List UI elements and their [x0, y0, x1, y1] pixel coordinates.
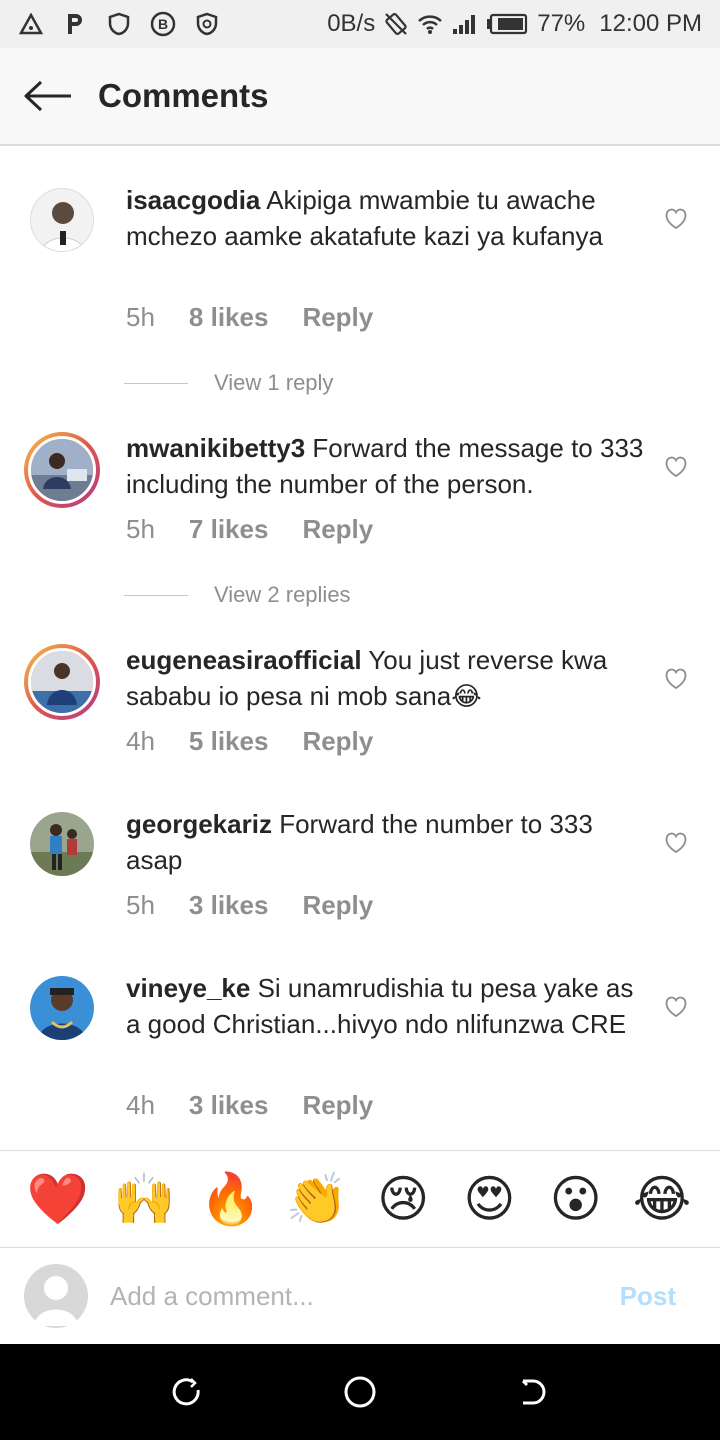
comment-username[interactable]: isaacgodia	[126, 185, 260, 215]
reply-button[interactable]: Reply	[302, 514, 373, 545]
like-heart-icon[interactable]	[664, 668, 688, 690]
like-heart-icon[interactable]	[664, 996, 688, 1018]
comment-likes[interactable]: 3 likes	[189, 1090, 269, 1121]
back-button[interactable]	[0, 47, 96, 145]
avatar[interactable]	[24, 432, 100, 508]
avatar[interactable]	[30, 188, 94, 252]
comment-meta: 4h 5 likes Reply	[126, 726, 407, 757]
comment-meta: 5h 7 likes Reply	[126, 514, 407, 545]
page-title: Comments	[98, 77, 269, 114]
warning-triangle-icon	[18, 11, 44, 37]
emoji-tears-of-joy[interactable]: 😂	[632, 1169, 692, 1229]
emoji-raising-hands[interactable]: 🙌	[113, 1169, 175, 1229]
comment-time: 4h	[126, 726, 155, 756]
emoji-reaction-bar: ❤️ 🙌 🔥 👏 😢 😍 😮 😂	[0, 1150, 720, 1248]
comment-meta: 5h 3 likes Reply	[126, 890, 407, 921]
clock: 12:00 PM	[599, 10, 702, 37]
svg-text:B: B	[158, 16, 168, 32]
recents-icon	[172, 1378, 200, 1406]
comment-item: eugeneasiraofficial You just reverse kwa…	[0, 626, 720, 776]
avatar	[24, 1264, 88, 1328]
comment-composer: Post	[0, 1248, 720, 1344]
status-system-icons: 0B/s 77% 12:00 PM	[327, 10, 702, 38]
avatar[interactable]	[30, 976, 94, 1040]
comment-time: 5h	[126, 302, 155, 332]
comment-likes[interactable]: 7 likes	[189, 514, 269, 545]
post-button[interactable]: Post	[620, 1281, 676, 1312]
reply-button[interactable]: Reply	[302, 890, 373, 921]
comment-username[interactable]: mwanikibetty3	[126, 433, 305, 463]
comment-likes[interactable]: 8 likes	[189, 302, 269, 333]
comment-item: isaacgodia Akipiga mwambie tu awache mch…	[0, 146, 720, 406]
divider-line	[124, 594, 188, 596]
comment-meta: 4h 3 likes Reply	[126, 1090, 407, 1121]
bitcoin-icon: B	[150, 11, 176, 37]
comment-likes[interactable]: 3 likes	[189, 890, 269, 921]
emoji-heart-eyes[interactable]: 😍	[459, 1169, 519, 1229]
back-nav-button[interactable]	[513, 1372, 553, 1412]
network-speed: 0B/s	[327, 10, 376, 37]
view-replies-button[interactable]: View 1 reply	[124, 370, 333, 396]
emoji-fire[interactable]: 🔥	[199, 1169, 261, 1229]
status-bar: B 0B/s 77% 12:00 PM	[0, 0, 720, 48]
shield-check-icon	[194, 11, 220, 37]
avatar[interactable]	[30, 812, 94, 876]
like-heart-icon[interactable]	[664, 208, 688, 230]
comment-username[interactable]: georgekariz	[126, 809, 272, 839]
divider-line	[124, 382, 188, 384]
reply-button[interactable]: Reply	[302, 1090, 373, 1121]
reply-button[interactable]: Reply	[302, 726, 373, 757]
comment-time: 4h	[126, 1090, 155, 1120]
comment-username[interactable]: eugeneasiraofficial	[126, 645, 362, 675]
comment-item: georgekariz Forward the number to 333 as…	[0, 790, 720, 940]
comment-time: 5h	[126, 890, 155, 920]
arrow-left-icon	[24, 80, 71, 112]
back-nav-icon	[522, 1379, 546, 1405]
comment-likes[interactable]: 5 likes	[189, 726, 269, 757]
recents-button[interactable]	[167, 1372, 207, 1412]
home-circle-icon	[344, 1376, 376, 1408]
avatar[interactable]	[24, 644, 100, 720]
like-heart-icon[interactable]	[664, 832, 688, 854]
view-replies-label: View 1 reply	[214, 370, 334, 395]
emoji-crying-face[interactable]: 😢	[373, 1169, 433, 1229]
status-notification-icons: B	[18, 11, 220, 37]
reply-button[interactable]: Reply	[302, 302, 373, 333]
vibrate-icon	[383, 11, 409, 37]
home-button[interactable]	[340, 1372, 380, 1412]
comment-text: eugeneasiraofficial You just reverse kwa…	[126, 642, 646, 714]
comment-meta: 5h 8 likes Reply	[126, 302, 407, 333]
view-replies-label: View 2 replies	[214, 582, 351, 607]
view-replies-button[interactable]: View 2 replies	[124, 582, 351, 608]
header: Comments	[0, 48, 720, 146]
comment-username[interactable]: vineye_ke	[126, 973, 250, 1003]
like-heart-icon[interactable]	[664, 456, 688, 478]
comment-text: mwanikibetty3 Forward the message to 333…	[126, 430, 646, 502]
shield-icon	[106, 11, 132, 37]
parking-icon	[62, 11, 88, 37]
comment-text: vineye_ke Si unamrudishia tu pesa yake a…	[126, 970, 646, 1042]
comment-time: 5h	[126, 514, 155, 544]
comment-item: vineye_ke Si unamrudishia tu pesa yake a…	[0, 954, 720, 1134]
system-navigation-bar	[0, 1344, 720, 1440]
battery-level: 77%	[537, 10, 586, 37]
comment-text: georgekariz Forward the number to 333 as…	[126, 806, 646, 878]
comment-text: isaacgodia Akipiga mwambie tu awache mch…	[126, 182, 646, 254]
battery-icon	[485, 11, 529, 37]
emoji-clapping-hands[interactable]: 👏	[286, 1169, 348, 1229]
comment-input[interactable]	[110, 1280, 590, 1312]
emoji-red-heart[interactable]: ❤️	[27, 1169, 89, 1229]
signal-icon	[451, 11, 477, 37]
emoji-surprised-face[interactable]: 😮	[546, 1169, 606, 1229]
comment-item: mwanikibetty3 Forward the message to 333…	[0, 414, 720, 624]
wifi-icon	[417, 11, 443, 37]
